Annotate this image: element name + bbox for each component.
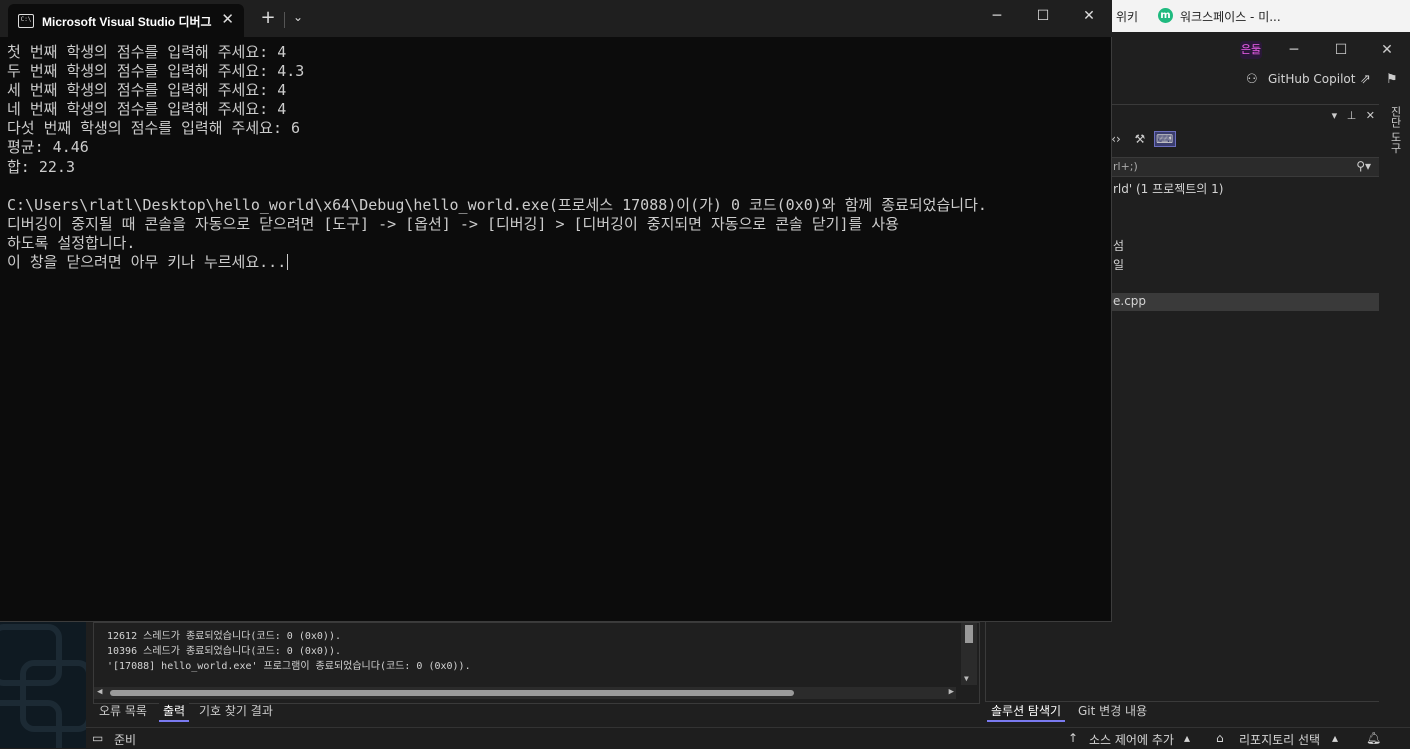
tab-output[interactable]: 출력 [159,702,190,722]
status-bar: ▭ 준비 ↑ 소스 제어에 추가 ▴ ⌂ 리포지토리 선택 ▴ 🔔︎ [86,727,1410,749]
copilot-button[interactable]: GitHub Copilot [1268,72,1355,86]
notification-bell-icon[interactable]: 🔔︎ [1366,731,1381,745]
browser-bookmark-strip: 위키 m 워크스페이스 - 미... [1112,0,1410,32]
caret-up-icon: ▴ [1184,731,1191,745]
bookmark-wiki[interactable]: 위키 [1116,8,1138,25]
source-control-button[interactable]: 소스 제어에 추가 [1089,731,1174,748]
tab-find-symbol-results[interactable]: 기호 찾기 결과 [195,702,277,720]
search-icon[interactable]: ⚲▾ [1356,159,1371,173]
copilot-bar: ⚇ GitHub Copilot ⇗ ⚑ [1112,68,1410,94]
tree-item-solution[interactable]: rld' (1 프로젝트의 1) [1113,180,1223,197]
text-cursor [287,254,289,271]
search-text: rl+;) [1113,160,1138,173]
panel-header-icons: ▾ ⊥ ✕ [1326,109,1375,122]
output-vertical-scrollbar[interactable]: ▼ [961,623,977,685]
wrench-icon[interactable]: ⚒ [1130,132,1150,146]
right-tool-strip: 진단 도구 [1379,104,1410,704]
diagnostic-tools-tab[interactable]: 진단 도구 [1387,106,1403,154]
tree-item[interactable]: 섬 [1113,237,1124,254]
terminal-prompt-line: 이 창을 닫으려면 아무 키나 누르세요... [7,253,987,272]
up-arrow-icon: ↑ [1068,731,1079,745]
vs-close-button[interactable]: ✕ [1377,40,1397,60]
scrollbar-thumb[interactable] [110,690,794,696]
output-line: '[17088] hello_world.exe' 프로그램이 종료되었습니다(… [107,661,471,672]
tab-git-changes[interactable]: Git 변경 내용 [1074,702,1151,720]
terminal-line: 네 번째 학생의 점수를 입력해 주세요: 4 [7,100,287,119]
close-tab-icon[interactable]: ✕ [221,10,234,28]
terminal-tab-title: Microsoft Visual Studio 디버그 [42,15,212,29]
preview-toggle-icon[interactable]: ⌨ [1153,131,1176,147]
minimize-button[interactable]: ─ [982,5,1012,27]
terminal-line: 이 창을 닫으려면 아무 키나 누르세요... [7,253,287,272]
terminal-line: 하도록 설정합니다. [7,233,136,252]
vs-title-bar: 은둘 ─ ☐ ✕ [1112,32,1410,68]
output-line: 12612 스레드가 종료되었습니다(코드: 0 (0x0)). [107,631,341,642]
terminal-line: C:\Users\rlatl\Desktop\hello_world\x64\D… [7,195,987,214]
tree-item[interactable]: 일 [1113,256,1124,273]
scroll-right-arrow-icon[interactable]: ▶ [949,687,954,697]
close-button[interactable]: ✕ [1074,5,1104,27]
console-window[interactable]: C:\ Microsoft Visual Studio 디버그 ✕ + ⌄ ─ … [0,0,1112,622]
scroll-down-arrow-icon[interactable]: ▼ [964,674,969,683]
terminal-tab[interactable]: C:\ Microsoft Visual Studio 디버그 ✕ [8,4,244,37]
status-ready: 준비 [114,733,137,747]
scrollbar-thumb[interactable] [965,625,973,643]
maximize-button[interactable]: ☐ [1028,5,1058,27]
terminal-line: 두 번째 학생의 점수를 입력해 주세요: 4.3 [7,62,305,81]
dropdown-icon[interactable]: ▾ [1332,109,1338,122]
scroll-left-arrow-icon[interactable]: ◀ [97,687,102,697]
solution-panel-tabs: 솔루션 탐색기 Git 변경 내용 [985,700,1378,722]
terminal-output[interactable]: 첫 번째 학생의 점수를 입력해 주세요: 4두 번째 학생의 점수를 입력해 … [7,43,987,272]
desktop-wallpaper-edge [0,620,86,748]
output-line: 10396 스레드가 종료되었습니다(코드: 0 (0x0)). [107,646,341,657]
divider [284,12,285,28]
chevron-down-icon[interactable]: ⌄ [290,10,306,24]
caret-up-icon: ▴ [1332,731,1339,745]
terminal-line: 세 번째 학생의 점수를 입력해 주세요: 4 [7,81,287,100]
terminal-line: 합: 22.3 [7,157,75,176]
tree-item-source-file[interactable]: e.cpp [1113,294,1146,308]
bottom-panel-tabs: 오류 목록 출력 기호 찾기 결과 [93,700,978,722]
share-icon[interactable]: ⇗ [1360,72,1371,87]
terminal-icon: C:\ [18,14,34,28]
output-horizontal-scrollbar[interactable]: ◀ ▶ [94,687,956,699]
terminal-line: 첫 번째 학생의 점수를 입력해 주세요: 4 [7,43,287,61]
copilot-icon[interactable]: ⚇ [1246,72,1258,87]
pin-icon[interactable]: ⊥ [1347,109,1357,122]
user-avatar[interactable]: 은둘 [1240,41,1262,59]
feedback-icon[interactable]: ⚑ [1386,72,1398,87]
tab-solution-explorer[interactable]: 솔루션 탐색기 [987,702,1066,722]
close-icon[interactable]: ✕ [1366,109,1375,122]
vs-minimize-button[interactable]: ─ [1284,40,1304,60]
tab-error-list[interactable]: 오류 목록 [95,702,151,720]
repository-button[interactable]: 리포지토리 선택 [1239,731,1320,748]
status-output-icon[interactable]: ▭ [92,731,103,745]
workspace-logo-icon: m [1158,8,1173,23]
new-tab-button[interactable]: + [258,7,278,28]
repository-icon: ⌂ [1216,731,1224,745]
output-panel: 12612 스레드가 종료되었습니다(코드: 0 (0x0)). 10396 스… [93,622,980,704]
terminal-tab-bar: C:\ Microsoft Visual Studio 디버그 ✕ + ⌄ ─ … [0,0,1112,37]
terminal-line: 평균: 4.46 [7,138,89,157]
bookmark-workspace[interactable]: 워크스페이스 - 미... [1180,8,1281,25]
terminal-line: 다섯 번째 학생의 점수를 입력해 주세요: 6 [7,119,301,138]
terminal-line: 디버깅이 중지될 때 콘솔을 자동으로 닫으려면 [도구] -> [옵션] ->… [7,214,899,233]
vs-maximize-button[interactable]: ☐ [1331,40,1351,60]
solution-toolbar: ‹› ⚒ ⌨ [1106,131,1176,153]
